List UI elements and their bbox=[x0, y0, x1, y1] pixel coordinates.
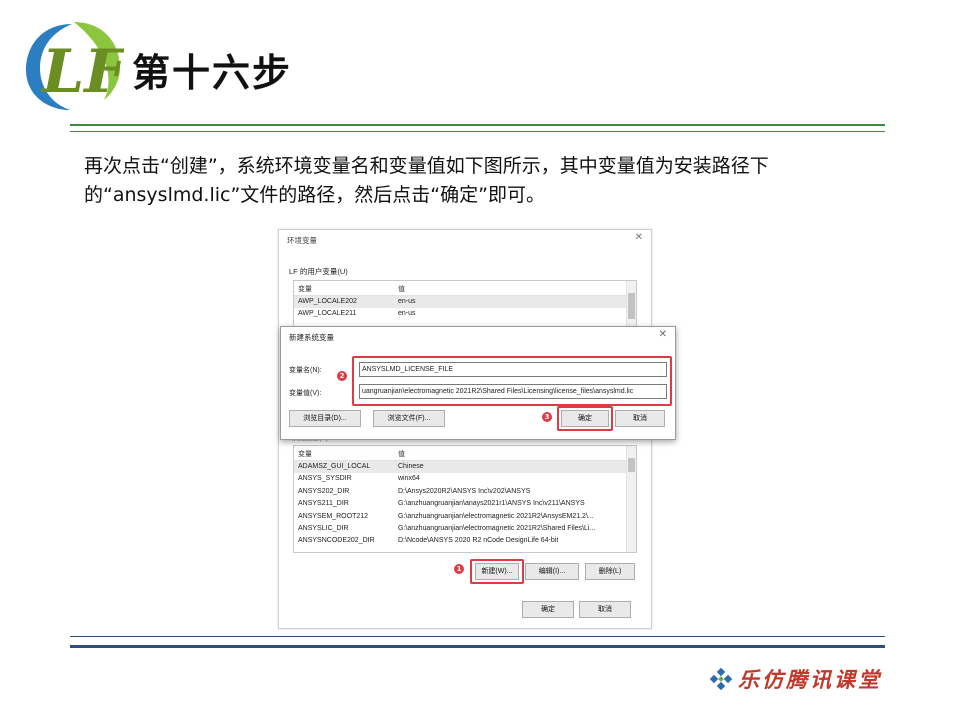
col-value-header: 值 bbox=[398, 451, 405, 458]
table-row[interactable]: ANSYSNCODE202_DIR D:\Ncode\ANSYS 2020 R2… bbox=[294, 535, 636, 547]
table-row[interactable]: ANSYS211_DIR G:\anzhuangruanjian\anays20… bbox=[294, 498, 636, 510]
browse-file-button[interactable]: 浏览文件(F)... bbox=[373, 410, 445, 427]
var-name-label: 变量名(N): bbox=[289, 367, 322, 374]
divider-top bbox=[70, 124, 885, 126]
scrollbar[interactable] bbox=[626, 446, 636, 552]
step-badge-2: 2 bbox=[337, 371, 347, 381]
var-value: Chinese bbox=[398, 463, 424, 470]
var-name: AWP_LOCALE202 bbox=[298, 298, 357, 305]
edit-button[interactable]: 编辑(I)... bbox=[525, 563, 579, 580]
col-name-header: 变量 bbox=[298, 451, 312, 458]
var-name: ANSYS202_DIR bbox=[298, 487, 350, 495]
var-name: ANSYS_SYSDIR bbox=[298, 475, 352, 483]
table-row[interactable]: AWP_LOCALE211 en-us bbox=[294, 308, 636, 320]
step-badge-1: 1 bbox=[454, 564, 464, 574]
var-value: G:\anzhuangruanjian\electromagnetic 2021… bbox=[398, 524, 596, 532]
table-row[interactable]: AWP_LOCALE202 en-us bbox=[294, 296, 636, 309]
highlight-new-button bbox=[470, 559, 524, 584]
table-row[interactable]: ANSYS202_DIR D:\Ansys2020R2\ANSYS Inc\v2… bbox=[294, 486, 636, 498]
var-value: D:\Ansys2020R2\ANSYS Inc\v202\ANSYS bbox=[398, 487, 531, 495]
close-icon[interactable]: ✕ bbox=[635, 232, 643, 243]
table-row[interactable]: ANSYSLIC_DIR G:\anzhuangruanjian\electro… bbox=[294, 523, 636, 535]
divider-bottom-thin bbox=[70, 636, 885, 637]
lf-logo: LF bbox=[22, 18, 131, 114]
diamond-cluster-icon bbox=[710, 668, 732, 690]
var-value: en-us bbox=[398, 310, 416, 318]
instruction-text: 再次点击“创建”，系统环境变量名和变量值如下图所示，其中变量值为安装路径下的“a… bbox=[84, 155, 769, 206]
col-value-header: 值 bbox=[398, 286, 405, 293]
var-name: ANSYSNCODE202_DIR bbox=[298, 537, 375, 545]
var-value: G:\anzhuangruanjian\anays2021r1\ANSYS In… bbox=[398, 500, 585, 508]
var-value: en-us bbox=[398, 298, 416, 305]
var-name: AWP_LOCALE211 bbox=[298, 310, 357, 318]
list-header: 变量 值 bbox=[294, 281, 636, 296]
brand-footer: 乐仿腾讯课堂 bbox=[710, 664, 882, 694]
step-badge-3: 3 bbox=[542, 412, 552, 422]
window-title: 环境变量 bbox=[287, 236, 317, 245]
highlight-input-fields bbox=[352, 356, 672, 406]
delete-button[interactable]: 删除(L) bbox=[585, 563, 635, 580]
slide-title: 第十六步 bbox=[132, 51, 293, 95]
table-row[interactable]: ANSYS_SYSDIR winx64 bbox=[294, 473, 636, 485]
browse-directory-button[interactable]: 浏览目录(D)... bbox=[289, 410, 361, 427]
var-name: ANSYS211_DIR bbox=[298, 500, 349, 508]
var-name: ANSYSLIC_DIR bbox=[298, 524, 349, 532]
user-vars-label: LF 的用户变量(U) bbox=[289, 267, 348, 276]
svg-text:LF: LF bbox=[40, 37, 124, 107]
col-name-header: 变量 bbox=[298, 286, 312, 293]
table-row[interactable]: ANSYSEM_ROOT212 G:\anzhuangruanjian\elec… bbox=[294, 511, 636, 523]
dialog-cancel-button[interactable]: 取消 bbox=[615, 410, 665, 427]
divider-bottom bbox=[70, 645, 885, 648]
ok-button[interactable]: 确定 bbox=[522, 601, 574, 618]
var-value-label: 变量值(V): bbox=[289, 390, 322, 397]
var-value: D:\Ncode\ANSYS 2020 R2 nCode DesignLife … bbox=[398, 537, 559, 545]
var-name: ADAMSZ_GUI_LOCAL bbox=[298, 463, 371, 470]
brand-name: 乐仿腾讯课堂 bbox=[738, 667, 882, 692]
var-value: G:\anzhuangruanjian\electromagnetic 2021… bbox=[398, 512, 594, 520]
divider-top-thin bbox=[70, 131, 885, 132]
cancel-button[interactable]: 取消 bbox=[579, 601, 631, 618]
dialog-title: 新建系统变量 bbox=[289, 333, 334, 342]
system-vars-list[interactable]: 变量 值 ADAMSZ_GUI_LOCAL Chinese ANSYS_SYSD… bbox=[293, 445, 637, 553]
list-header: 变量 值 bbox=[294, 446, 636, 461]
var-name: ANSYSEM_ROOT212 bbox=[298, 512, 369, 520]
close-icon[interactable]: ✕ bbox=[659, 329, 667, 340]
user-vars-list[interactable]: 变量 值 AWP_LOCALE202 en-us AWP_LOCALE211 e… bbox=[293, 280, 637, 330]
var-value: winx64 bbox=[398, 475, 420, 483]
scrollbar[interactable] bbox=[626, 281, 636, 329]
table-row[interactable]: ADAMSZ_GUI_LOCAL Chinese bbox=[294, 461, 636, 474]
highlight-ok-button bbox=[557, 406, 613, 431]
